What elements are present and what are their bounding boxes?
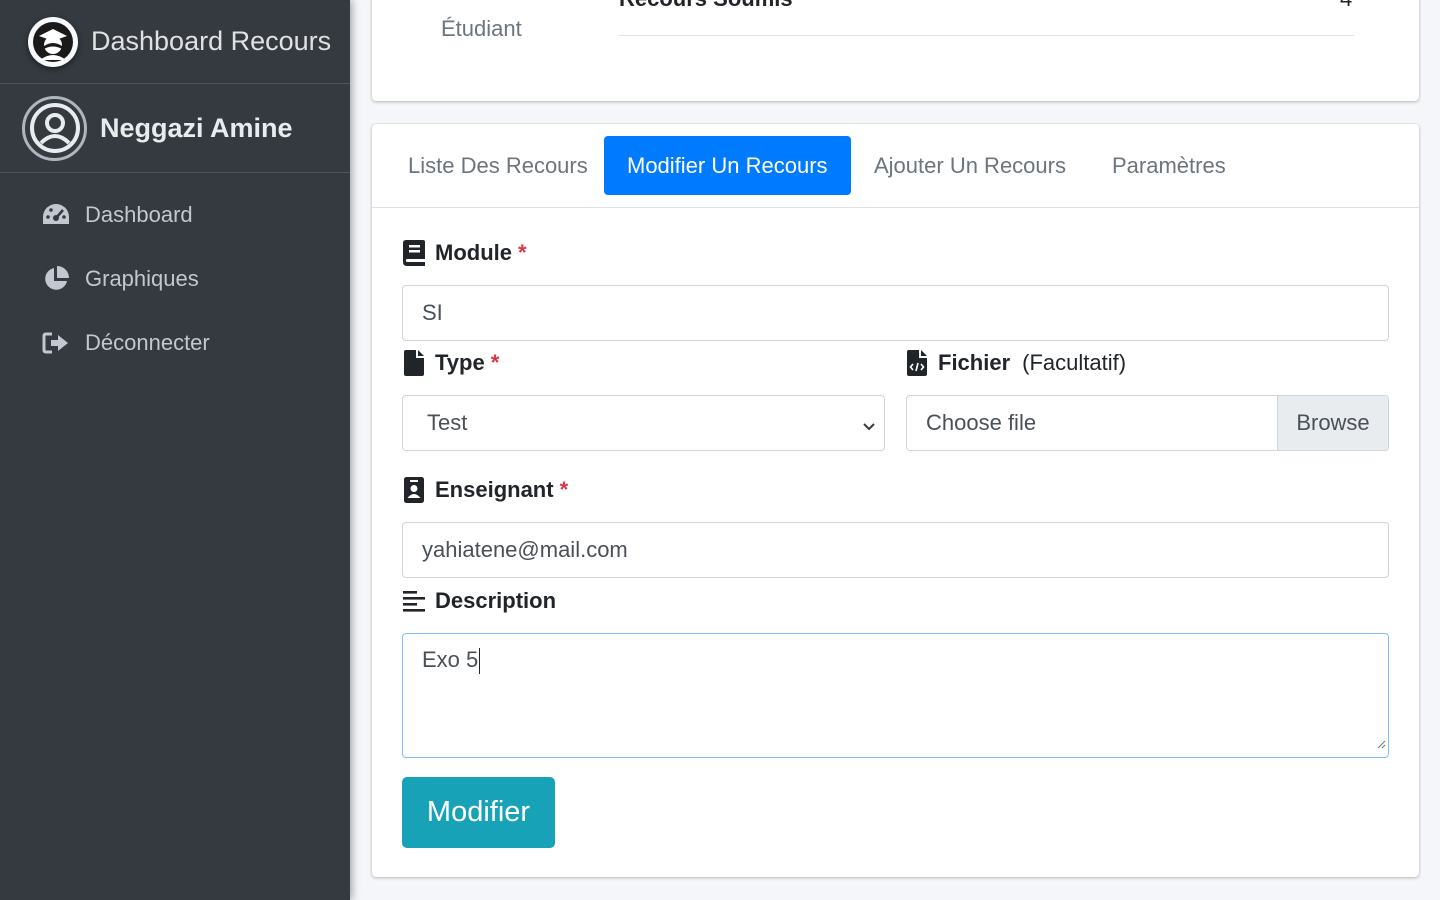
id-badge-icon [402, 477, 426, 503]
teacher-value: yahiatene@mail.com [422, 537, 628, 562]
module-value: SI [422, 300, 443, 325]
description-value: Exo 5 [422, 647, 479, 672]
modifier-button[interactable]: Modifier [402, 777, 555, 848]
sidebar-item-graphiques[interactable]: Graphiques [0, 247, 350, 311]
stat-label: Étudiant [441, 16, 522, 41]
user-avatar-icon [22, 95, 87, 161]
align-left-icon [402, 588, 426, 614]
tab-ajouter-recours[interactable]: Ajouter Un Recours [874, 136, 1066, 195]
type-label: Type * [402, 350, 499, 376]
resize-handle-icon[interactable] [1376, 729, 1386, 755]
user-panel[interactable]: Neggazi Amine [0, 84, 350, 173]
tab-bar: Liste Des Recours Modifier Un Recours Aj… [372, 124, 1419, 208]
divider [619, 35, 1354, 36]
brand-link[interactable]: Dashboard Recours [0, 0, 350, 84]
description-textarea[interactable]: Exo 5 [402, 633, 1389, 758]
tab-modifier-recours[interactable]: Modifier Un Recours [604, 136, 851, 195]
required-mark: * [559, 477, 569, 502]
module-label-text: Module [435, 240, 512, 265]
sidebar-item-label: Graphiques [85, 266, 199, 291]
teacher-email-input[interactable]: yahiatene@mail.com [402, 522, 1389, 578]
brand-logo-icon [28, 16, 78, 67]
type-select[interactable]: Test [402, 395, 885, 451]
stat-number: 88 [424, 0, 448, 6]
user-name[interactable]: Neggazi Amine [100, 113, 293, 144]
file-icon [402, 350, 426, 376]
file-input[interactable]: Choose file Browse [906, 395, 1389, 451]
file-label: Fichier (Facultatif) [905, 350, 1126, 376]
sidebar-item-deconnecter[interactable]: Déconnecter [0, 311, 350, 375]
module-label: Module * [402, 240, 527, 266]
teacher-label-text: Enseignant [435, 477, 554, 502]
sidebar: Dashboard Recours Neggazi Amine Dashboar… [0, 0, 350, 900]
file-label-text: Fichier [938, 350, 1011, 375]
type-label-text: Type [435, 350, 485, 375]
chevron-down-icon [862, 415, 876, 441]
required-mark: * [490, 350, 500, 375]
brand-title: Dashboard Recours [91, 26, 332, 56]
stat-row-value: 4 [1340, 0, 1352, 12]
browse-button[interactable]: Browse [1277, 396, 1388, 450]
sidebar-item-label: Dashboard [85, 202, 193, 227]
tab-parametres[interactable]: Paramètres [1112, 136, 1226, 195]
required-mark: * [518, 240, 527, 265]
stat-row-title: Recours Soumis [619, 0, 793, 12]
text-cursor [479, 648, 481, 675]
tachometer-icon [40, 199, 72, 231]
tab-liste-recours[interactable]: Liste Des Recours [408, 136, 588, 195]
description-label-text: Description [435, 588, 557, 613]
stats-card [372, 0, 1419, 101]
pie-chart-icon [40, 263, 72, 295]
file-code-icon [905, 350, 929, 376]
sidebar-item-label: Déconnecter [85, 330, 210, 355]
sign-out-icon [40, 327, 72, 359]
type-value: Test [427, 410, 468, 435]
sidebar-nav: Dashboard Graphiques Déconnecter [0, 173, 350, 375]
sidebar-item-dashboard[interactable]: Dashboard [0, 183, 350, 247]
file-optional-text: (Facultatif) [1022, 350, 1127, 375]
file-placeholder: Choose file [926, 410, 1037, 435]
teacher-label: Enseignant * [402, 477, 568, 503]
book-icon [402, 240, 426, 266]
description-label: Description [402, 588, 556, 614]
module-input[interactable]: SI [402, 285, 1389, 341]
